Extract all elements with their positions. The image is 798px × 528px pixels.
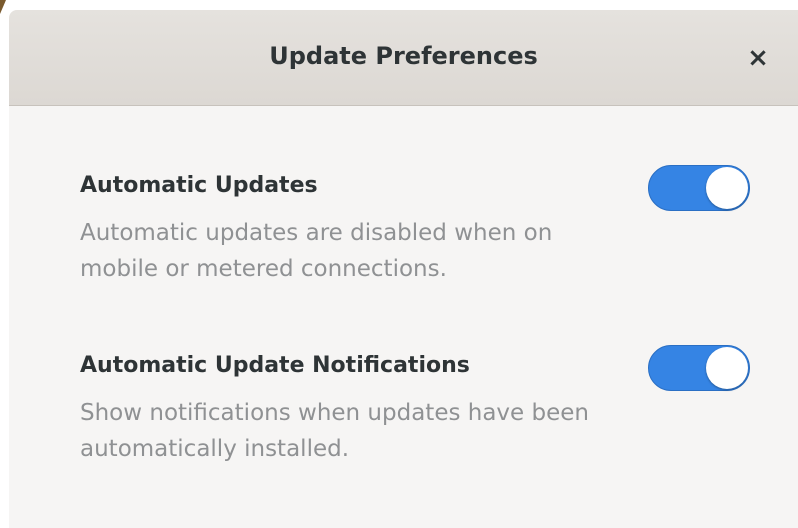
- update-preferences-dialog: Update Preferences × Automatic Updates A…: [9, 10, 798, 528]
- automatic-updates-description: Automatic updates are disabled when on m…: [80, 220, 553, 282]
- automatic-updates-row: Automatic Updates Automatic updates are …: [80, 165, 750, 287]
- window-corner: [0, 0, 6, 14]
- dialog-titlebar: Update Preferences ×: [9, 10, 798, 106]
- dialog-title: Update Preferences: [269, 42, 538, 70]
- close-icon: ×: [747, 43, 769, 73]
- switch-knob: [706, 167, 748, 209]
- automatic-update-notifications-row: Automatic Update Notifications Show noti…: [80, 345, 750, 467]
- automatic-update-notifications-switch[interactable]: [648, 345, 750, 391]
- close-button[interactable]: ×: [740, 40, 776, 76]
- switch-knob: [706, 347, 748, 389]
- automatic-updates-switch[interactable]: [648, 165, 750, 211]
- automatic-update-notifications-description: Show notifications when updates have bee…: [80, 400, 589, 462]
